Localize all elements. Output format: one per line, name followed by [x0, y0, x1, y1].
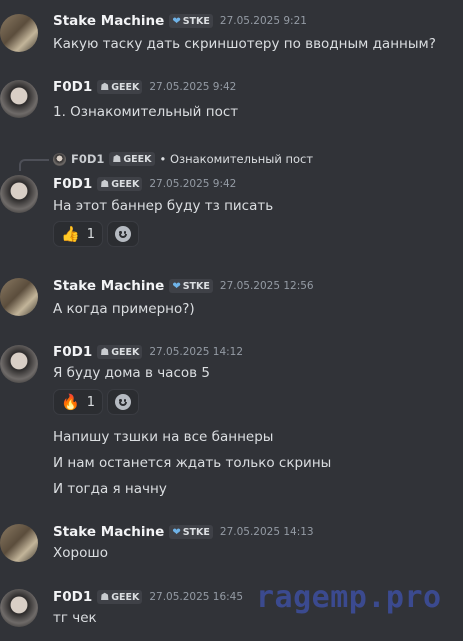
thumbs-up-icon: 👍 — [61, 225, 80, 243]
message-text: А когда примерно?) — [53, 301, 195, 317]
reaction-button[interactable]: 🔥 1 — [53, 389, 103, 415]
reply-username: F0D1 — [71, 152, 105, 166]
message-header: F0D1 ☗ GEEK 27.05.2025 14:12 — [53, 343, 243, 361]
robot-icon: ☗ — [100, 81, 110, 93]
guild-tag-label: STKE — [182, 15, 210, 27]
reply-connector — [19, 159, 49, 171]
add-reaction-icon — [114, 394, 131, 410]
timestamp: 27.05.2025 9:42 — [149, 178, 237, 190]
fire-icon: 🔥 — [61, 393, 80, 411]
watermark: ragemp.pro — [256, 580, 442, 615]
timestamp: 27.05.2025 12:56 — [219, 280, 314, 292]
reactions: 🔥 1 — [53, 389, 139, 415]
message-text: 1. Ознакомительный пост — [53, 104, 239, 120]
guild-tag-label: GEEK — [111, 178, 140, 190]
guild-tag[interactable]: ❤ STKE — [169, 279, 213, 293]
username[interactable]: F0D1 — [53, 176, 92, 192]
add-reaction-button[interactable] — [106, 221, 139, 247]
username[interactable]: F0D1 — [53, 344, 92, 360]
reply-avatar — [53, 152, 66, 166]
add-reaction-button[interactable] — [106, 389, 139, 415]
avatar[interactable] — [0, 589, 38, 627]
message-header: F0D1 ☗ GEEK 27.05.2025 9:42 — [53, 78, 236, 96]
guild-tag[interactable]: ☗ GEEK — [97, 177, 143, 191]
guild-tag-label: STKE — [182, 280, 210, 292]
shield-heart-icon: ❤ — [172, 280, 181, 292]
guild-tag[interactable]: ❤ STKE — [169, 14, 213, 28]
message-header: F0D1 ☗ GEEK 27.05.2025 9:42 — [53, 175, 236, 193]
message-text: На этот баннер буду тз писать — [53, 198, 274, 214]
guild-tag-label: GEEK — [123, 153, 152, 165]
reaction-count: 1 — [86, 226, 95, 242]
message-text: Напишу тзшки на все баннеры — [53, 429, 274, 445]
timestamp: 27.05.2025 14:12 — [149, 346, 244, 358]
robot-icon: ☗ — [100, 178, 110, 190]
reaction-count: 1 — [86, 394, 95, 410]
guild-tag-label: STKE — [182, 526, 210, 538]
message-header: F0D1 ☗ GEEK 27.05.2025 16:45 — [53, 588, 243, 606]
timestamp: 27.05.2025 16:45 — [149, 591, 244, 603]
username[interactable]: F0D1 — [53, 589, 92, 605]
message-header: Stake Machine ❤ STKE 27.05.2025 12:56 — [53, 277, 314, 295]
guild-tag[interactable]: ☗ GEEK — [97, 80, 143, 94]
shield-heart-icon: ❤ — [172, 526, 181, 538]
message-text: Я буду дома в часов 5 — [53, 365, 210, 381]
avatar[interactable] — [0, 278, 38, 316]
username[interactable]: F0D1 — [53, 79, 92, 95]
message-header: Stake Machine ❤ STKE 27.05.2025 9:21 — [53, 12, 307, 30]
avatar[interactable] — [0, 14, 38, 52]
reply-text: • Ознакомительный пост — [159, 152, 314, 166]
message-text: Какую таску дать скриншотеру по вводным … — [53, 36, 436, 52]
message-text: И тогда я начну — [53, 481, 167, 497]
message-text: И нам останется ждать только скрины — [53, 455, 332, 471]
timestamp: 27.05.2025 9:21 — [219, 15, 307, 27]
add-reaction-icon — [114, 226, 131, 242]
guild-tag[interactable]: ❤ STKE — [169, 525, 213, 539]
message-text: Хорошо — [53, 545, 108, 561]
reply-preview[interactable]: F0D1 ☗ GEEK • Ознакомительный пост — [53, 151, 313, 167]
robot-icon: ☗ — [100, 591, 110, 603]
reactions: 👍 1 — [53, 221, 139, 247]
avatar[interactable] — [0, 175, 38, 213]
guild-tag-label: GEEK — [111, 346, 140, 358]
shield-heart-icon: ❤ — [172, 15, 181, 27]
username[interactable]: Stake Machine — [53, 278, 164, 294]
guild-tag[interactable]: ☗ GEEK — [97, 345, 143, 359]
guild-tag-label: GEEK — [111, 81, 140, 93]
message-text: тг чек — [53, 610, 97, 626]
robot-icon: ☗ — [112, 153, 122, 165]
avatar[interactable] — [0, 524, 38, 562]
robot-icon: ☗ — [100, 346, 110, 358]
reaction-button[interactable]: 👍 1 — [53, 221, 103, 247]
username[interactable]: Stake Machine — [53, 13, 164, 29]
avatar[interactable] — [0, 80, 38, 118]
username[interactable]: Stake Machine — [53, 524, 164, 540]
avatar[interactable] — [0, 345, 38, 383]
guild-tag: ☗ GEEK — [109, 152, 155, 166]
message-header: Stake Machine ❤ STKE 27.05.2025 14:13 — [53, 523, 314, 541]
guild-tag-label: GEEK — [111, 591, 140, 603]
guild-tag[interactable]: ☗ GEEK — [97, 590, 143, 604]
timestamp: 27.05.2025 14:13 — [219, 526, 314, 538]
timestamp: 27.05.2025 9:42 — [149, 81, 237, 93]
